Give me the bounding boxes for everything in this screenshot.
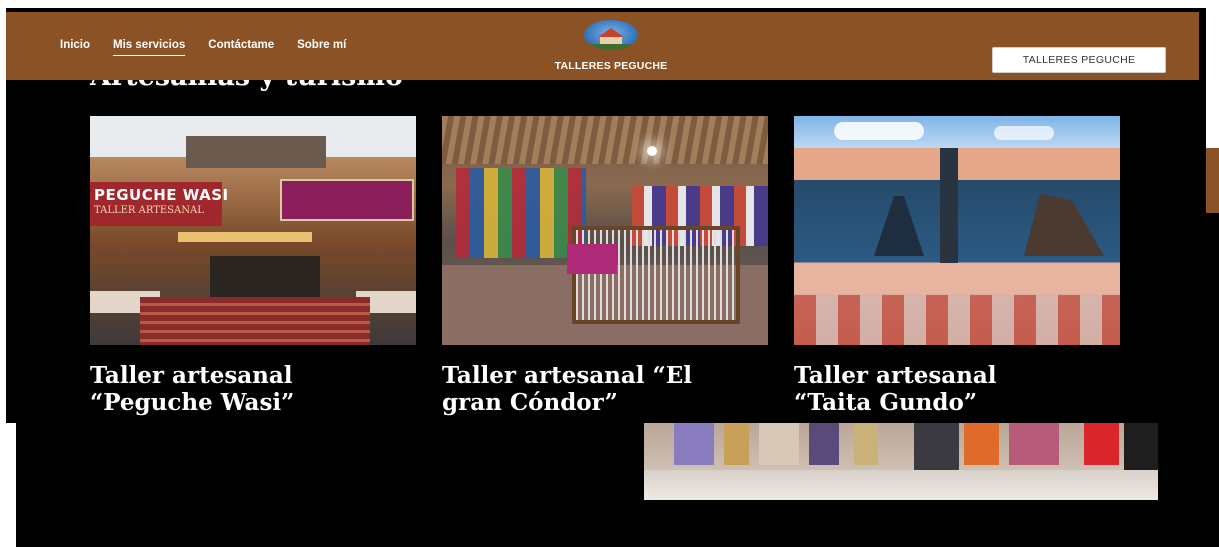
background-block	[1158, 420, 1219, 500]
card-title-line: “Peguche Wasi”	[90, 389, 295, 416]
talleres-peguche-button[interactable]: TALLERES PEGUCHE	[992, 47, 1166, 73]
card-title-line: Taller artesanal	[90, 362, 293, 389]
card-title[interactable]: Taller artesanal “Peguche Wasi”	[90, 362, 416, 416]
brand-name[interactable]: TALLERES PEGUCHE	[536, 60, 686, 72]
background-block	[16, 500, 1219, 547]
card-title-line: Taller artesanal	[794, 362, 997, 389]
nav-link-sobre-mi[interactable]: Sobre mí	[297, 39, 346, 56]
service-card[interactable]: Taller artesanal “Taita Gundo”	[794, 116, 1120, 416]
card-title-line: Taller artesanal “El	[442, 362, 693, 389]
brand-logo[interactable]	[584, 20, 638, 50]
card-photo[interactable]: PEGUCHE WASI TALLER ARTESANAL	[90, 116, 416, 345]
shop-sign-subtext: TALLER ARTESANAL	[94, 205, 204, 216]
card-title-line: “Taita Gundo”	[794, 389, 978, 416]
service-card[interactable]: Taller artesanal “El gran Cóndor”	[442, 116, 768, 416]
service-card[interactable]: PEGUCHE WASI TALLER ARTESANAL Taller art…	[90, 116, 416, 416]
nav-link-inicio[interactable]: Inicio	[60, 39, 90, 56]
nav-link-contactame[interactable]: Contáctame	[208, 39, 274, 56]
background-block	[1206, 213, 1219, 423]
main-nav: Inicio Mis servicios Contáctame Sobre mí	[60, 39, 346, 56]
nav-link-mis-servicios[interactable]: Mis servicios	[113, 39, 186, 56]
card-title[interactable]: Taller artesanal “Taita Gundo”	[794, 362, 1120, 416]
card-photo[interactable]	[794, 116, 1120, 345]
site-header: Inicio Mis servicios Contáctame Sobre mí…	[6, 12, 1199, 80]
shop-sign-text: PEGUCHE WASI	[94, 186, 229, 204]
background-accent	[1206, 148, 1219, 213]
market-photo	[644, 420, 1158, 500]
card-title[interactable]: Taller artesanal “El gran Cóndor”	[442, 362, 768, 416]
card-title-line: gran Cóndor”	[442, 389, 618, 416]
brand[interactable]: TALLERES PEGUCHE	[536, 20, 686, 72]
card-photo[interactable]	[442, 116, 768, 345]
